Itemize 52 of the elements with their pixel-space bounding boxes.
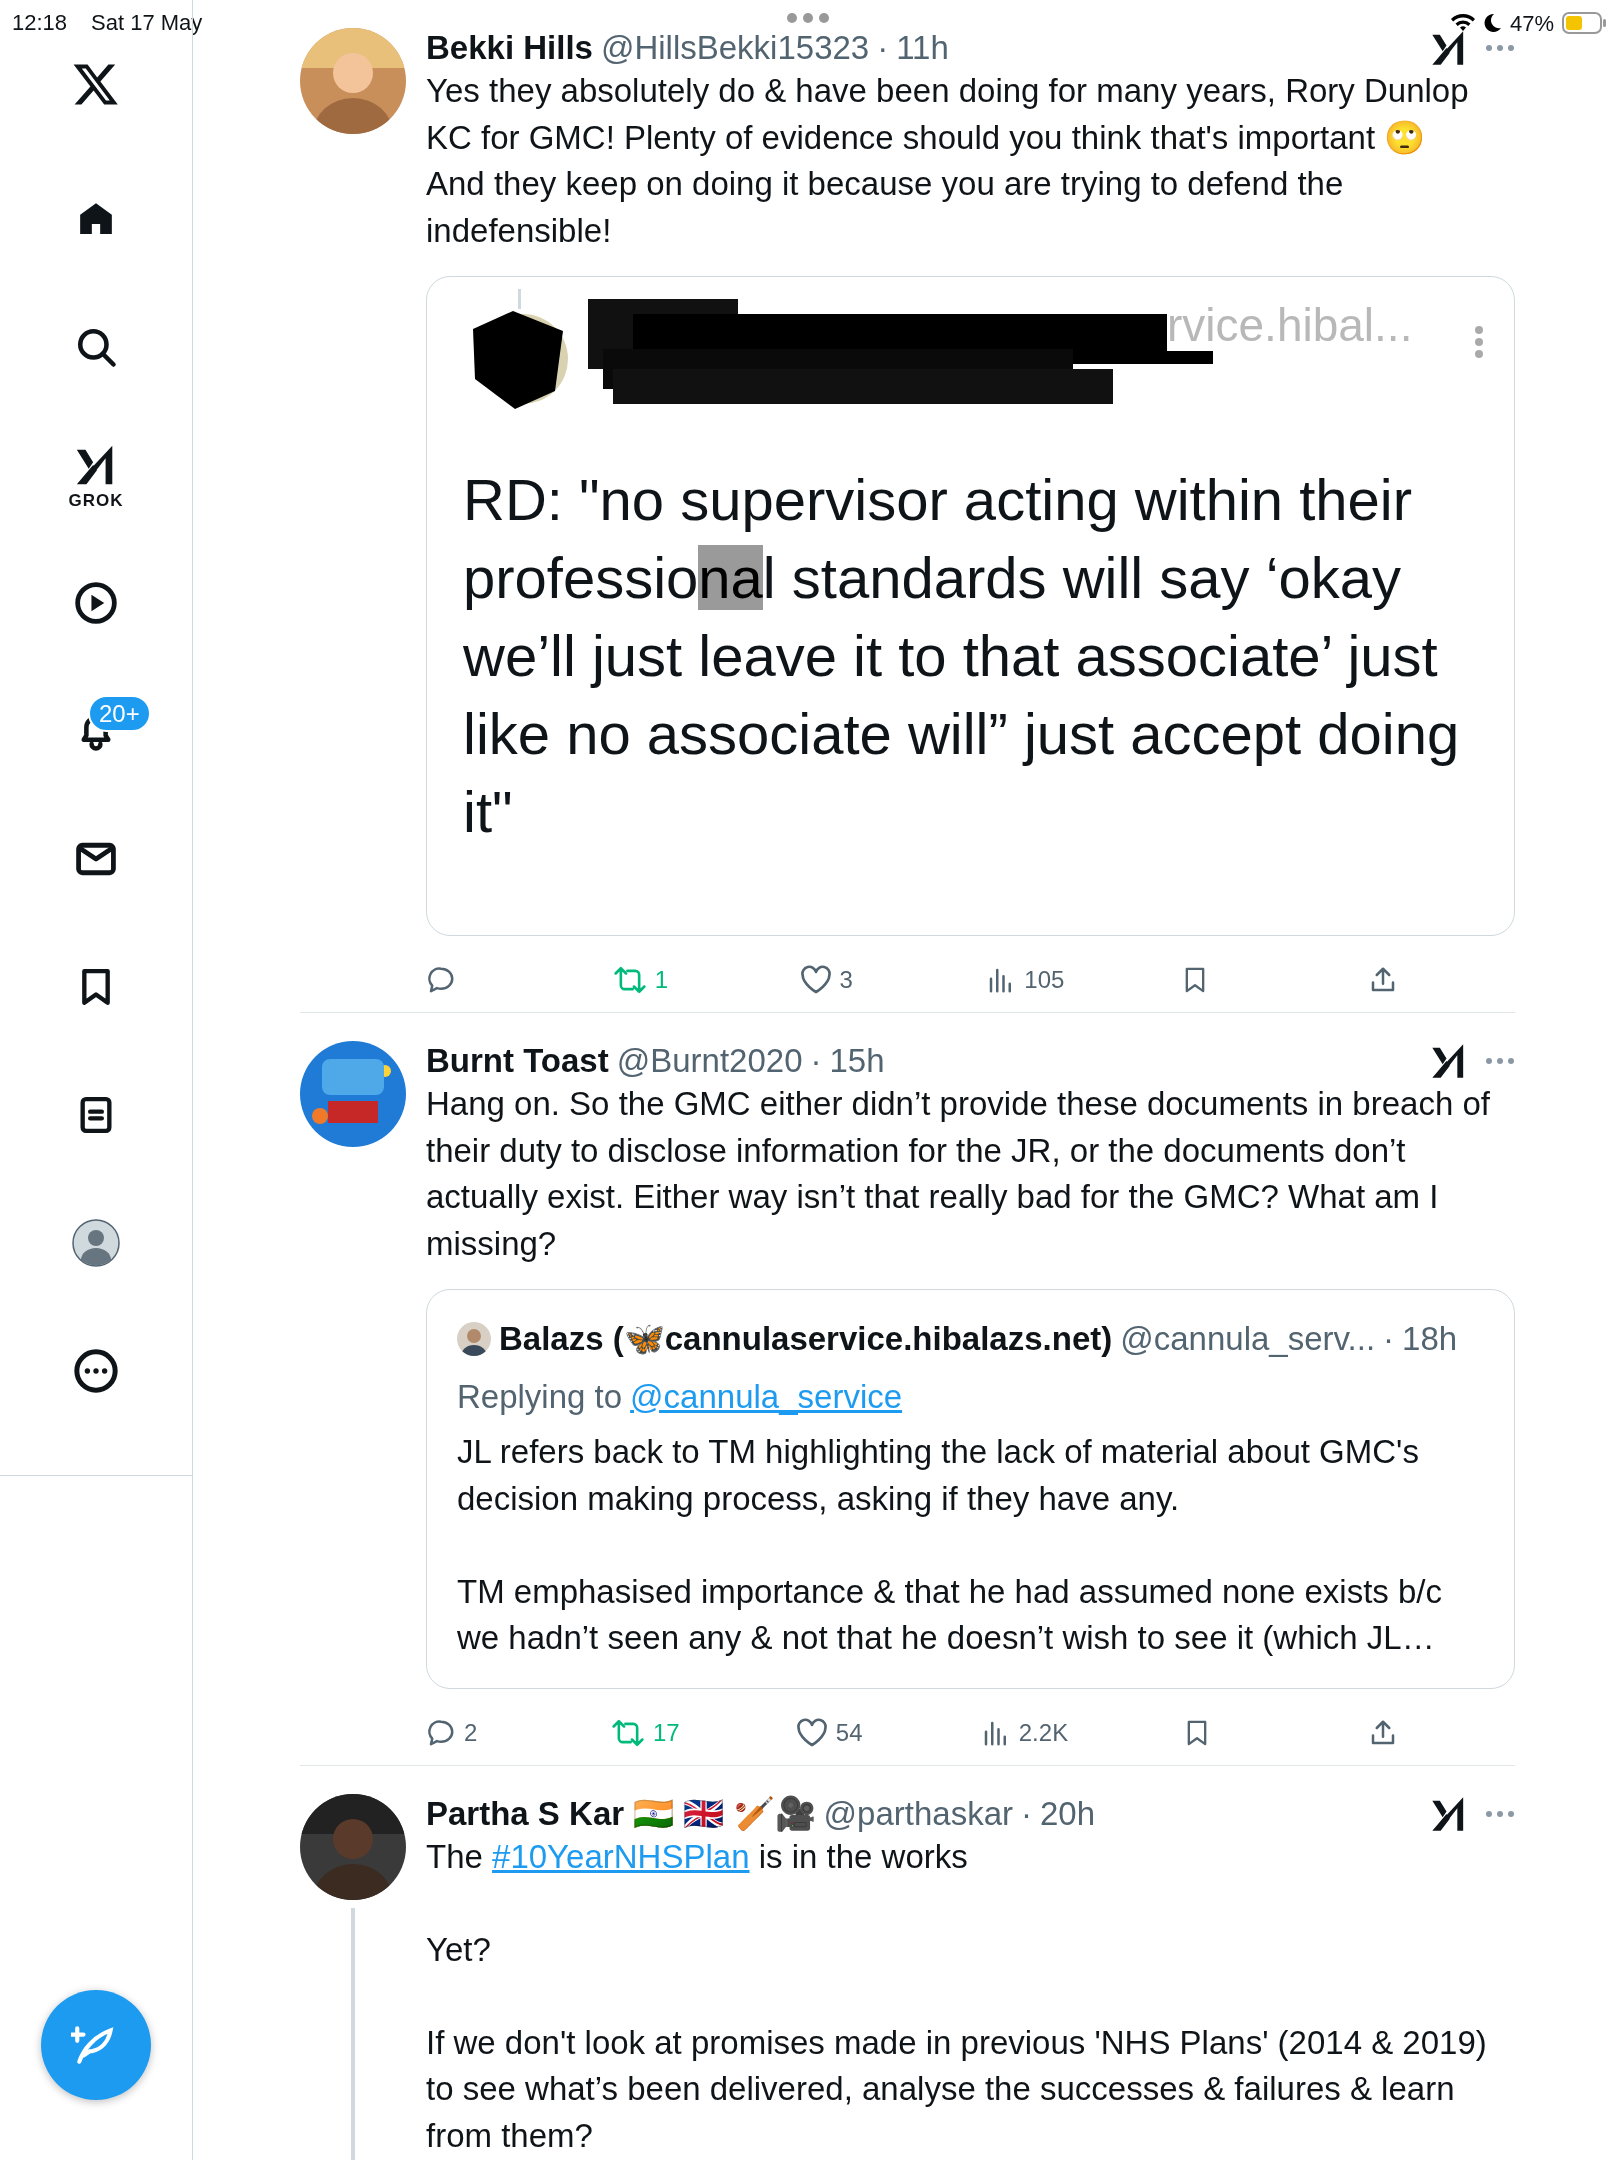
battery-icon: [1562, 11, 1608, 35]
repost-icon: [610, 1717, 645, 1748]
status-time: 12:18: [12, 9, 68, 37]
quoted-text: RD: "no supervisor acting within their professional standards will say ‘okay we’ll just leave it to that associate’ just like no associate will” just accept doing it": [463, 466, 1461, 846]
post-text: Hang on. So the GMC either didn’t provide these documents in breach of their duty to disclose information for the JR, or the documents don’t actually exist. Either way isn’t that really bad for the GMC? What am I missing?: [426, 1084, 1491, 1264]
author-name[interactable]: Burnt Toast: [426, 1041, 609, 1081]
status-date: Sat 17 May: [91, 9, 203, 37]
like-button[interactable]: 54: [795, 1714, 866, 1751]
more-options-icon[interactable]: [1485, 44, 1515, 52]
compose-button[interactable]: [41, 1990, 151, 2100]
quoted-text: JL refers back to TM highlighting the lack of material about GMC's decision making process, asking if they have any.: [457, 1432, 1420, 1519]
post-time[interactable]: 20h: [1040, 1793, 1096, 1834]
author-name[interactable]: Balazs (🦋cannulaservice.hibalazs.net): [499, 1314, 1113, 1364]
wifi-icon: [1449, 13, 1476, 33]
repost-icon: [612, 965, 647, 995]
more-options-icon[interactable]: [1485, 1809, 1515, 1818]
more-options-icon[interactable]: [1485, 1057, 1515, 1065]
author-handle[interactable]: @HillsBekki15323: [600, 28, 870, 68]
moon-icon: [1483, 13, 1502, 33]
post-text: The #10YearNHSPlan is in the works: [426, 1836, 969, 1877]
grok-button[interactable]: GROK: [0, 411, 192, 539]
separator-dot: ·: [810, 1041, 822, 1081]
vertical-dots-icon: [1474, 325, 1484, 359]
post-time: 18h: [1402, 1319, 1458, 1359]
separator-dot: ·: [877, 28, 889, 68]
author-name[interactable]: Partha S Kar 🇮🇳 🇬🇧 🏏🎥: [426, 1793, 816, 1834]
quoted-text: TM emphasised importance & that he had assumed none exists b/c we hadn’t seen any & not that he doesn’t wish to see it (which JL…: [457, 1571, 1444, 1658]
author-name[interactable]: Bekki Hills: [426, 28, 593, 68]
quoted-image[interactable]: rvice.hibal... RD: "no supervisor acting within their professional standards will say ‘okay we’ll just leave it to that associate’ just like no associate will” just accept doing it": [426, 276, 1515, 936]
reply-icon: [426, 1717, 456, 1748]
heart-icon: [799, 965, 832, 995]
multitasking-dots-icon[interactable]: [786, 12, 830, 24]
reply-icon: [426, 965, 456, 995]
author-handle[interactable]: @cannula_serv...: [1120, 1314, 1376, 1364]
battery-percent: 47%: [1509, 9, 1554, 38]
reply-button[interactable]: 2: [426, 1714, 496, 1751]
post-time[interactable]: 11h: [896, 28, 949, 68]
notification-count: 20+: [88, 695, 151, 732]
like-button[interactable]: 3: [799, 962, 870, 998]
post-text: Yet?: [426, 1929, 492, 1970]
separator-dot: ·: [1021, 1793, 1032, 1834]
separator-dot: ·: [1383, 1319, 1395, 1359]
quoted-post[interactable]: [426, 1289, 1515, 1689]
author-handle[interactable]: @parthaskar: [823, 1793, 1013, 1834]
views-button[interactable]: 2.2K: [980, 1714, 1069, 1751]
post-text: Yes they absolutely do & have been doing for many years, Rory Dunlop KC for GMC! Plenty of evidence should you think that's important 🙄 And they keep on doing it because you are trying to defend the indefensible!: [426, 71, 1470, 251]
post-time[interactable]: 15h: [829, 1041, 885, 1081]
author-handle[interactable]: @Burnt2020: [616, 1041, 803, 1081]
heart-icon: [795, 1717, 828, 1748]
replying-label: Replying to: [457, 1376, 623, 1417]
views-button[interactable]: 105: [986, 962, 1065, 998]
post-text: If we don't look at promises made in previous 'NHS Plans' (2014 & 2019) to see what’s been delivered, analyse the successes & failures & learn from them?: [426, 2022, 1488, 2156]
